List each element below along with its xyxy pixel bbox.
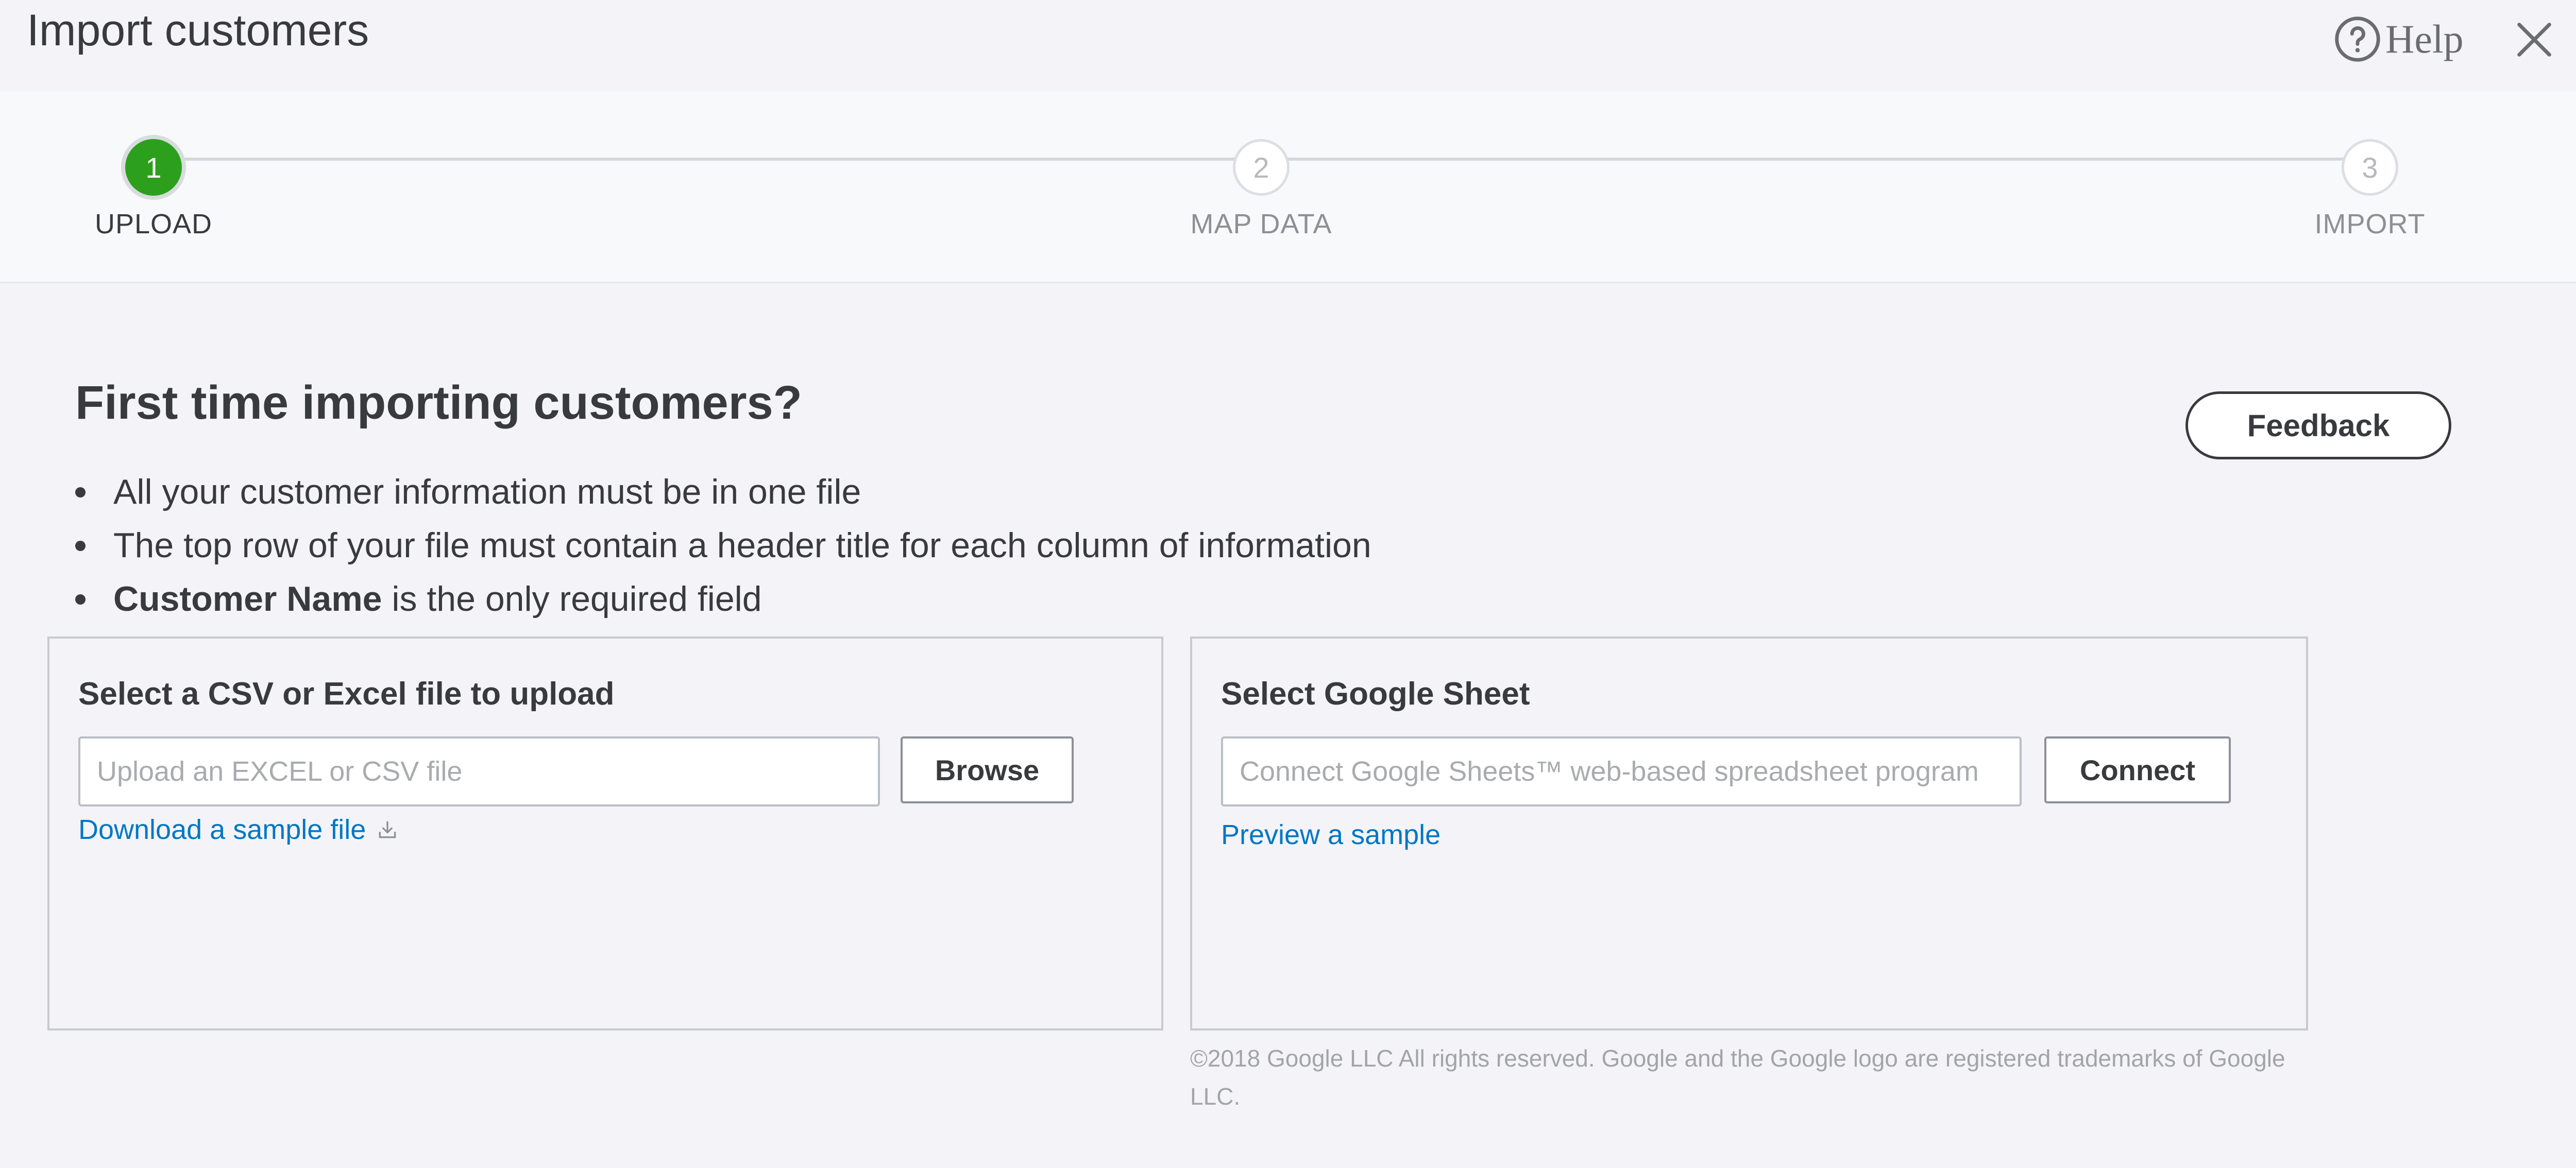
close-icon[interactable] [2514, 20, 2554, 60]
preview-sample-label: Preview a sample [1221, 819, 1441, 850]
step-upload-marker: 1 [125, 139, 182, 196]
list-item: The top row of your file must contain a … [75, 523, 1371, 577]
step-connector [1288, 158, 2344, 161]
step-map-data-label: MAP DATA [1190, 209, 1332, 239]
progress-stepper: 1 UPLOAD 2 MAP DATA 3 IMPORT [0, 92, 2576, 283]
question-circle-icon [2335, 16, 2380, 62]
download-sample-label: Download a sample file [78, 814, 366, 845]
intro-heading: First time importing customers? [75, 376, 802, 429]
step-number: 1 [145, 151, 162, 184]
sheets-panel-title: Select Google Sheet [1221, 676, 1530, 712]
feedback-button[interactable]: Feedback [2185, 391, 2451, 459]
step-upload-label: UPLOAD [94, 209, 213, 239]
google-sheet-input[interactable] [1221, 736, 2022, 806]
step-import-label: IMPORT [2314, 209, 2426, 239]
google-sheet-panel: Select Google Sheet Connect Preview a sa… [1190, 637, 2308, 1030]
file-path-input[interactable] [78, 736, 880, 806]
file-upload-panel: Select a CSV or Excel file to upload Bro… [47, 637, 1163, 1030]
required-field-text: is the only required field [382, 579, 762, 619]
help-button[interactable]: Help [2334, 15, 2464, 63]
preview-sample-link[interactable]: Preview a sample [1221, 819, 1440, 851]
upload-panel-title: Select a CSV or Excel file to upload [78, 676, 615, 712]
required-field-name: Customer Name [113, 579, 382, 619]
download-icon [379, 821, 396, 838]
step-number: 3 [2362, 151, 2378, 184]
help-label: Help [2385, 16, 2464, 61]
download-sample-link[interactable]: Download a sample file [78, 814, 399, 846]
list-item: All your customer information must be in… [75, 470, 1371, 523]
step-connector [180, 158, 1236, 161]
requirements-list: All your customer information must be in… [75, 470, 1371, 630]
google-copyright-notice: ©2018 Google LLC All rights reserved. Go… [1190, 1045, 2285, 1110]
step-map-data-marker: 2 [1233, 139, 1290, 196]
step-import-marker: 3 [2342, 139, 2398, 196]
list-item: Customer Name is the only required field [75, 577, 1371, 630]
page-title: Import customers [27, 6, 369, 55]
connect-button[interactable]: Connect [2044, 736, 2231, 803]
modal-header: Import customers Help [0, 0, 2576, 92]
browse-button[interactable]: Browse [901, 736, 1074, 803]
step-number: 2 [1253, 151, 1269, 184]
